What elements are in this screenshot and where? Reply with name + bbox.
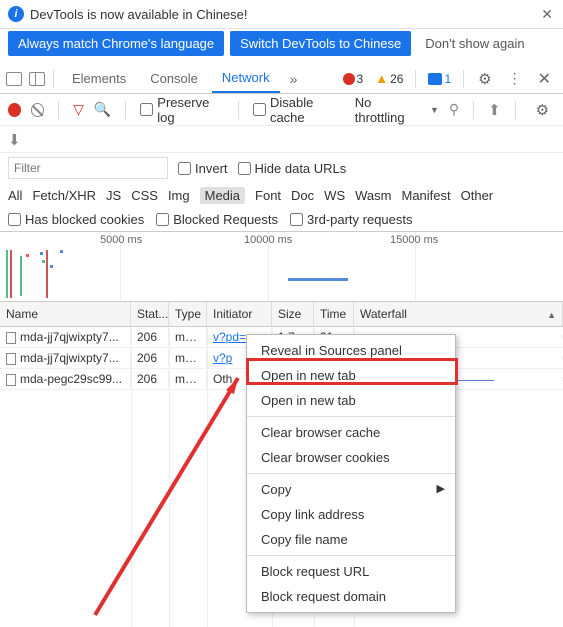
settings-icon[interactable]: ⚙ [472,70,497,88]
tab-network[interactable]: Network [212,64,280,93]
header-name[interactable]: Name [0,302,131,326]
always-match-button[interactable]: Always match Chrome's language [8,31,224,56]
wifi-icon[interactable]: ⚲ [449,101,459,118]
type-fetch[interactable]: Fetch/XHR [32,188,96,203]
filter-bar: Invert Hide data URLs [0,152,563,183]
timeline-tick: 5000 ms [100,234,142,246]
type-css[interactable]: CSS [131,188,158,203]
network-toolbar: ▽ 🔍 Preserve log Disable cache No thrott… [0,94,563,126]
menu-clear-cookies[interactable]: Clear browser cookies [247,445,455,470]
type-other[interactable]: Other [461,188,494,203]
timeline-tick: 10000 ms [244,234,292,246]
menu-open-new-tab[interactable]: Open in new tab [247,363,455,388]
inspect-icon[interactable] [6,72,22,86]
blocked-requests-checkbox[interactable]: Blocked Requests [156,212,278,227]
tab-elements[interactable]: Elements [62,65,136,92]
header-status[interactable]: Stat... [131,302,169,326]
kebab-icon[interactable]: ⋮ [502,70,528,87]
file-icon [6,332,16,344]
file-icon [6,353,16,365]
header-time[interactable]: Time [314,302,354,326]
record-button[interactable] [8,103,21,117]
header-type[interactable]: Type [169,302,207,326]
menu-block-url[interactable]: Block request URL [247,559,455,584]
close-icon[interactable]: ✕ [541,6,553,23]
upload-icon[interactable]: ⬆ [488,101,501,119]
header-waterfall[interactable]: Waterfall▲ [354,302,563,326]
timeline-tick: 15000 ms [390,234,438,246]
type-wasm[interactable]: Wasm [355,188,391,203]
error-count[interactable]: 3 [339,72,368,86]
network-settings-icon[interactable]: ⚙ [530,101,555,119]
type-img[interactable]: Img [168,188,190,203]
context-menu: Reveal in Sources panel Open in new tab … [246,334,456,613]
tab-console[interactable]: Console [140,65,208,92]
type-js[interactable]: JS [106,188,121,203]
network-table-header: Name Stat... Type Initiator Size Time Wa… [0,302,563,327]
timeline-overview[interactable]: 5000 ms 10000 ms 15000 ms [0,232,563,302]
info-icon: i [8,6,24,22]
resource-type-filter: All Fetch/XHR JS CSS Img Media Font Doc … [0,183,563,208]
type-all[interactable]: All [8,188,22,203]
type-ws[interactable]: WS [324,188,345,203]
type-doc[interactable]: Doc [291,188,314,203]
language-banner: i DevTools is now available in Chinese! … [0,0,563,29]
type-font[interactable]: Font [255,188,281,203]
type-manifest[interactable]: Manifest [401,188,450,203]
clear-button[interactable] [31,103,44,117]
sort-icon: ▲ [547,310,556,320]
filter-icon[interactable]: ▽ [73,101,84,118]
header-size[interactable]: Size [272,302,314,326]
throttling-select[interactable]: No throttling [355,95,420,125]
more-tabs-icon[interactable]: » [284,71,304,87]
menu-reveal-sources[interactable]: Reveal in Sources panel [247,338,455,363]
header-initiator[interactable]: Initiator [207,302,272,326]
message-count[interactable]: 1 [424,72,455,86]
search-icon[interactable]: 🔍 [94,101,111,118]
type-media[interactable]: Media [200,187,245,204]
file-icon [6,374,16,386]
device-icon[interactable] [29,72,45,86]
filter-input[interactable] [8,157,168,179]
has-blocked-cookies-checkbox[interactable]: Has blocked cookies [8,212,144,227]
invert-checkbox[interactable]: Invert [178,161,228,176]
third-party-checkbox[interactable]: 3rd-party requests [290,212,413,227]
submenu-arrow-icon: ▶ [437,482,445,495]
close-devtools-icon[interactable]: ✕ [532,69,557,89]
menu-block-domain[interactable]: Block request domain [247,584,455,609]
download-icon[interactable]: ⬆ [8,130,21,148]
cookie-filter-bar: Has blocked cookies Blocked Requests 3rd… [0,208,563,232]
preserve-log-checkbox[interactable]: Preserve log [140,95,224,125]
warning-count[interactable]: ▲26 [371,71,407,86]
switch-language-button[interactable]: Switch DevTools to Chinese [230,31,411,56]
dont-show-button[interactable]: Don't show again [417,31,532,56]
menu-copy-link[interactable]: Copy link address [247,502,455,527]
hide-data-urls-checkbox[interactable]: Hide data URLs [238,161,347,176]
banner-buttons: Always match Chrome's language Switch De… [0,29,563,64]
chevron-down-icon[interactable]: ▼ [430,105,439,115]
menu-copy[interactable]: Copy▶ [247,477,455,502]
devtools-tabbar: Elements Console Network » 3 ▲26 1 ⚙ ⋮ ✕ [0,64,563,94]
disable-cache-checkbox[interactable]: Disable cache [253,95,345,125]
menu-copy-filename[interactable]: Copy file name [247,527,455,552]
banner-message: DevTools is now available in Chinese! [30,7,555,22]
menu-clear-cache[interactable]: Clear browser cache [247,420,455,445]
menu-open-new-tab-2[interactable]: Open in new tab [247,388,455,413]
